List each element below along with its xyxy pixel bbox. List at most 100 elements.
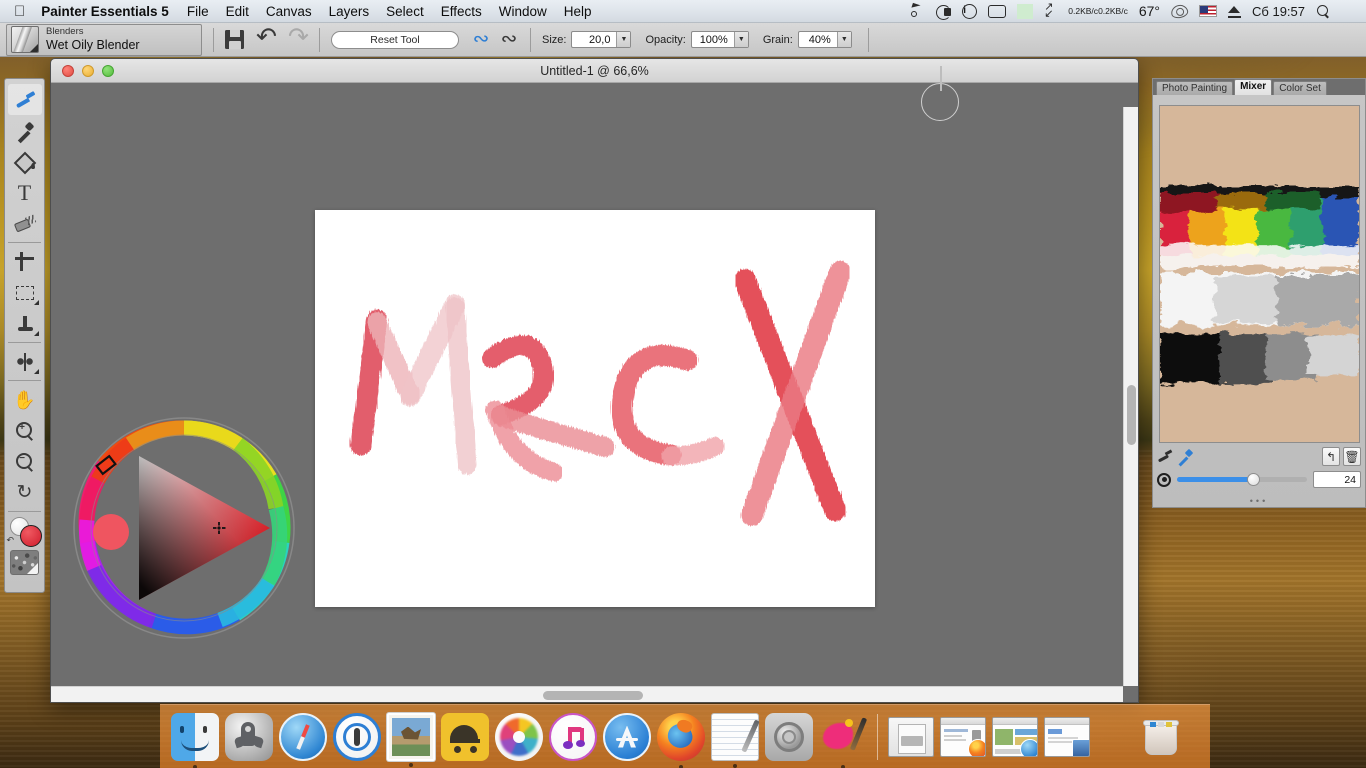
- eraser-tool[interactable]: [8, 208, 42, 239]
- menu-window[interactable]: Window: [499, 4, 547, 19]
- opacity-control[interactable]: Opacity: 100% ▼: [645, 31, 749, 48]
- menu-edit[interactable]: Edit: [226, 4, 249, 19]
- color-swatches[interactable]: ↶: [7, 517, 43, 547]
- record-stroke-icon[interactable]: ∾: [471, 29, 491, 50]
- menu-layers[interactable]: Layers: [329, 4, 370, 19]
- us-flag-icon[interactable]: [1199, 5, 1218, 17]
- dock-item-finder[interactable]: [171, 712, 219, 768]
- rotate-page-tool[interactable]: ↻: [8, 477, 42, 508]
- opacity-dropdown-chevron-down-icon[interactable]: ▼: [733, 32, 748, 47]
- tab-color-set[interactable]: Color Set: [1273, 81, 1327, 95]
- dock-item-painter-essentials[interactable]: [819, 713, 868, 768]
- dock-item-app-store[interactable]: [603, 712, 651, 761]
- grain-control[interactable]: Grain: 40% ▼: [763, 31, 852, 48]
- paint-bucket-icon: [15, 152, 35, 171]
- menu-help[interactable]: Help: [564, 4, 592, 19]
- mixer-size-slider[interactable]: [1177, 473, 1307, 486]
- horizontal-scrollbar[interactable]: [51, 686, 1123, 702]
- mixer-slider-knob[interactable]: [1247, 473, 1261, 486]
- magnifier-zoom-in-tool[interactable]: +: [8, 415, 42, 446]
- grain-value[interactable]: 40%: [799, 34, 837, 46]
- horizontal-scrollbar-thumb[interactable]: [543, 691, 643, 700]
- dock-item-trash[interactable]: [1137, 713, 1185, 761]
- dock-item-photos[interactable]: [495, 712, 543, 761]
- menu-canvas[interactable]: Canvas: [266, 4, 312, 19]
- reset-tool-button[interactable]: Reset Tool: [331, 30, 459, 49]
- menu-clock[interactable]: Сб 19:57: [1252, 4, 1305, 19]
- display-icon[interactable]: [988, 4, 1007, 18]
- color-wheel-panel[interactable]: [68, 412, 301, 645]
- mini-window-textedit-badge-icon: [1072, 738, 1089, 756]
- panel-resize-grip[interactable]: •••: [1157, 496, 1361, 506]
- text-tool[interactable]: T: [8, 177, 42, 208]
- magnifier-zoom-out-tool[interactable]: −: [8, 446, 42, 477]
- document-titlebar[interactable]: Untitled-1 @ 66,6%: [51, 59, 1138, 83]
- mixer-pad[interactable]: [1159, 105, 1360, 443]
- dock-minimized-safari-window[interactable]: [992, 716, 1038, 757]
- mixer-panel: Photo Painting Mixer Color Set ↰ 🗑 24 ••…: [1152, 78, 1366, 508]
- crop-tool[interactable]: [8, 246, 42, 277]
- reset-icon[interactable]: ↰: [1322, 447, 1340, 466]
- paper-sheet[interactable]: [315, 210, 875, 607]
- dock-item-system-preferences[interactable]: [765, 712, 813, 761]
- size-control[interactable]: Size: 20,0 ▼: [542, 31, 632, 48]
- network-activity-icon[interactable]: [1017, 3, 1034, 19]
- dock-item-textedit[interactable]: [711, 712, 760, 768]
- cursor-icon[interactable]: [911, 4, 925, 18]
- undo-icon[interactable]: [256, 28, 277, 49]
- menu-select[interactable]: Select: [386, 4, 424, 19]
- tab-photo-painting[interactable]: Photo Painting: [1156, 81, 1234, 95]
- opacity-label: Opacity:: [645, 33, 686, 46]
- vertical-scrollbar[interactable]: [1123, 107, 1138, 686]
- rectangular-selection-tool[interactable]: [8, 277, 42, 308]
- paint-bucket-tool[interactable]: [8, 146, 42, 177]
- dock: [160, 704, 1210, 768]
- temperature-indicator[interactable]: 67°: [1139, 3, 1160, 19]
- grabber-hand-tool[interactable]: ✋: [8, 384, 42, 415]
- opacity-value[interactable]: 100%: [692, 34, 734, 46]
- menu-effects[interactable]: Effects: [441, 4, 482, 19]
- expand-arrows-icon[interactable]: ↗ ↙: [1044, 2, 1057, 20]
- apple-menu-icon[interactable]: : [14, 4, 25, 19]
- brush-selector[interactable]: Blenders Wet Oily Blender: [6, 23, 202, 56]
- mirror-painting-tool[interactable]: [8, 346, 42, 377]
- dock-item-itunes[interactable]: [549, 712, 597, 761]
- swap-colors-icon[interactable]: ↶: [7, 535, 15, 546]
- current-color-preview[interactable]: [93, 514, 129, 550]
- save-icon[interactable]: [225, 30, 244, 49]
- dock-minimized-document-window[interactable]: [888, 716, 934, 757]
- playback-stroke-icon[interactable]: ∾: [499, 29, 519, 50]
- size-value[interactable]: 20,0: [572, 34, 616, 46]
- mixer-size-value[interactable]: 24: [1313, 471, 1361, 488]
- vertical-scrollbar-thumb[interactable]: [1127, 385, 1136, 445]
- dropper-tool[interactable]: [8, 115, 42, 146]
- trash-icon[interactable]: 🗑: [1343, 447, 1361, 466]
- tab-mixer[interactable]: Mixer: [1234, 79, 1273, 95]
- cloner-tool[interactable]: [8, 308, 42, 339]
- lock-icon[interactable]: [936, 4, 952, 20]
- dock-item-launchpad[interactable]: [225, 712, 273, 761]
- active-app-name[interactable]: Painter Essentials 5: [41, 4, 169, 19]
- primary-color-swatch[interactable]: [19, 525, 42, 547]
- mixer-brush-icon[interactable]: [1157, 449, 1173, 465]
- eye-icon[interactable]: [1169, 2, 1190, 20]
- mixer-dropper-icon[interactable]: [1177, 449, 1193, 465]
- dock-item-transmission[interactable]: [441, 712, 489, 761]
- search-icon[interactable]: [1316, 4, 1330, 18]
- eject-icon[interactable]: [1228, 5, 1242, 18]
- notification-list-icon[interactable]: [1341, 5, 1357, 17]
- dock-minimized-textedit-window[interactable]: [1044, 716, 1090, 757]
- dock-item-firefox[interactable]: [657, 712, 705, 768]
- dock-item-safari[interactable]: [279, 712, 327, 761]
- grain-dropdown-chevron-down-icon[interactable]: ▼: [836, 32, 851, 47]
- toolbar-divider: [213, 27, 214, 52]
- size-dropdown-chevron-down-icon[interactable]: ▼: [616, 32, 631, 47]
- running-indicator: [193, 764, 197, 768]
- dock-item-1password[interactable]: [333, 712, 381, 761]
- brush-tool[interactable]: [7, 84, 42, 115]
- info-icon[interactable]: i: [962, 3, 978, 19]
- menu-file[interactable]: File: [187, 4, 209, 19]
- pattern-swatch[interactable]: [10, 550, 39, 575]
- dock-minimized-firefox-window[interactable]: [940, 716, 986, 757]
- dock-item-mail[interactable]: [387, 712, 435, 767]
